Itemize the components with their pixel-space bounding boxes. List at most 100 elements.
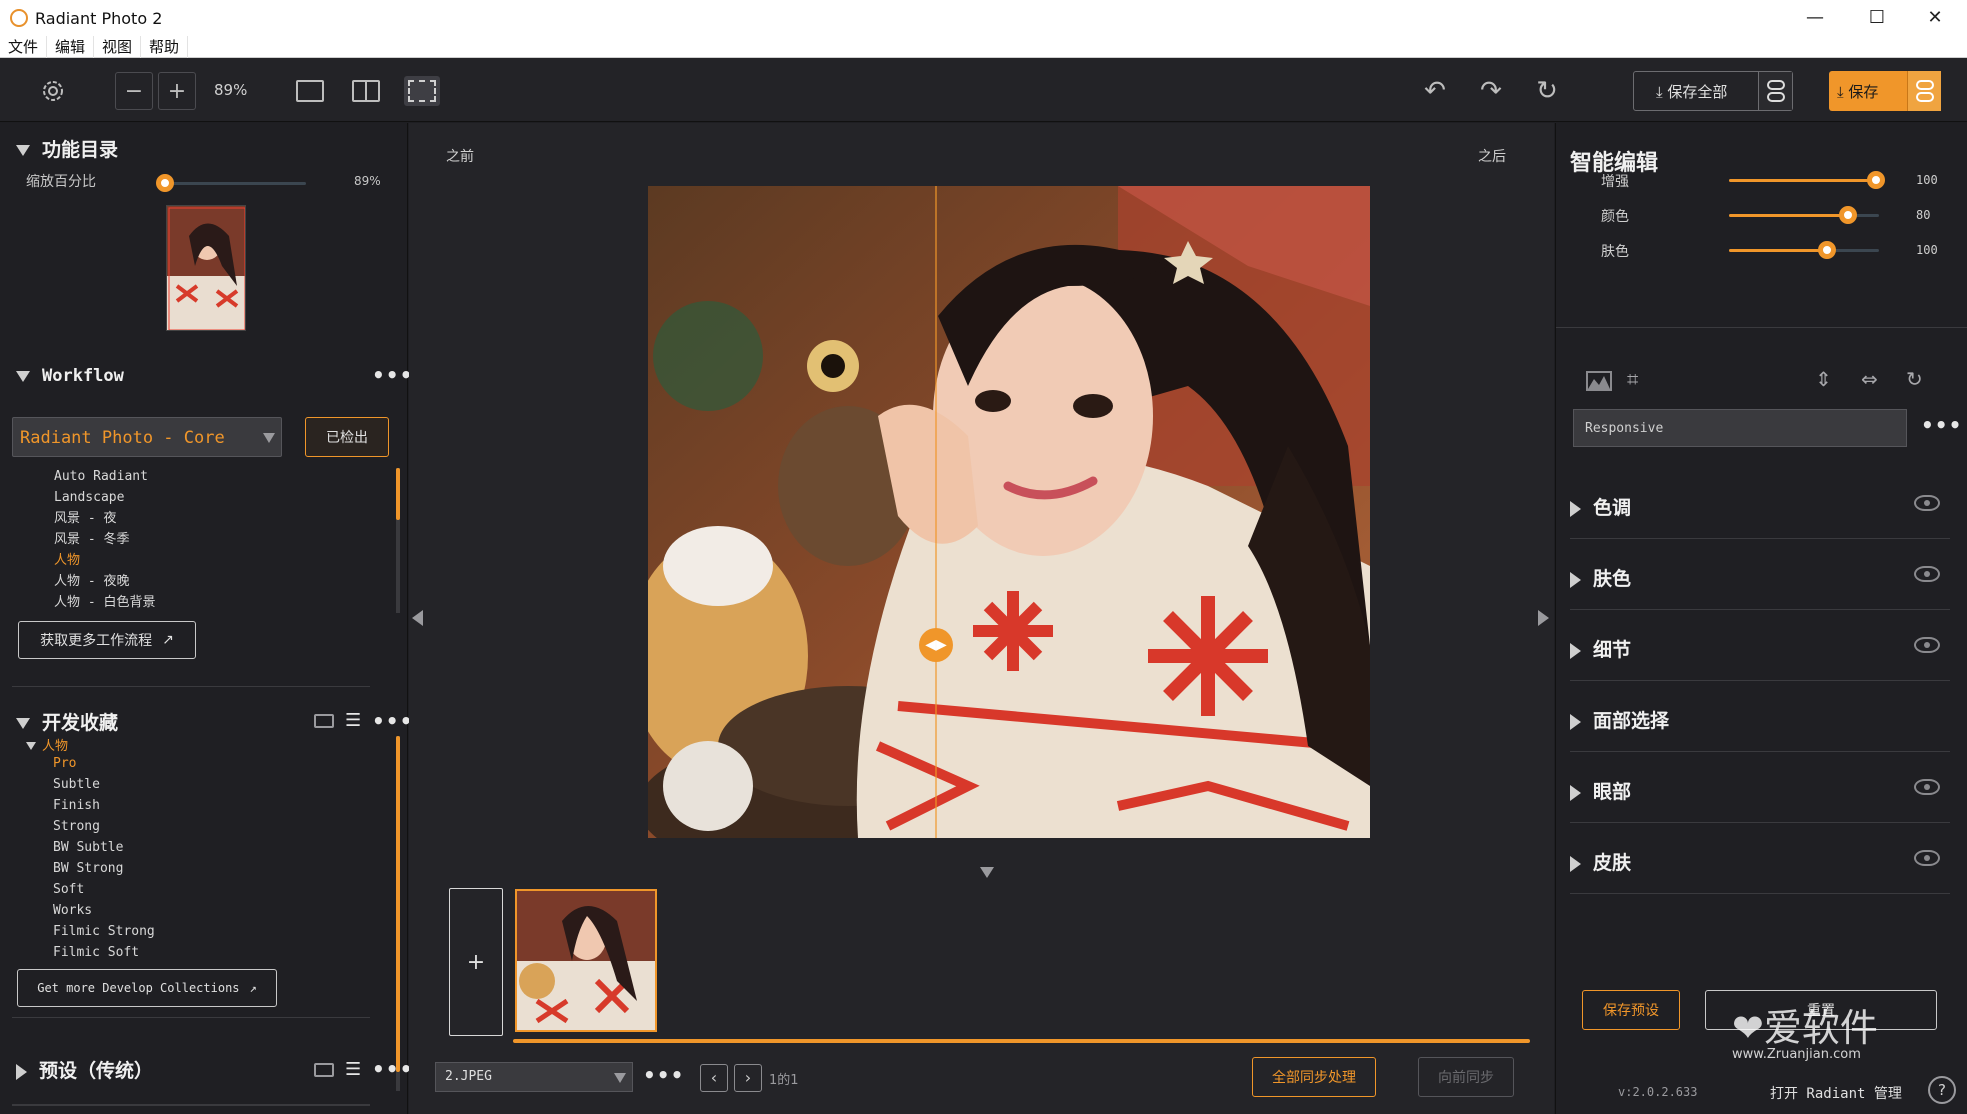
visibility-eye-icon[interactable]	[1914, 779, 1940, 795]
presets-header[interactable]: 预设（传统）	[16, 1056, 153, 1083]
collection-group[interactable]: 人物	[26, 735, 68, 754]
collection-item[interactable]: BW Strong	[53, 858, 353, 879]
zoom-slider-knob[interactable]	[156, 174, 174, 192]
zoom-slider-track[interactable]	[166, 182, 306, 185]
crop-icon[interactable]: ⌗	[1627, 367, 1638, 391]
workflow-item[interactable]: Landscape	[54, 487, 354, 508]
adjustment-section[interactable]: 眼部	[1570, 753, 1950, 823]
navigator-header[interactable]: 功能目录	[16, 135, 118, 162]
visibility-eye-icon[interactable]	[1914, 637, 1940, 653]
open-radiant-manage-link[interactable]: 打开 Radiant 管理	[1770, 1083, 1902, 1103]
settings-gear-icon[interactable]	[38, 76, 68, 106]
get-more-workflows-button[interactable]: 获取更多工作流程 ↗	[18, 621, 196, 659]
adjustment-section[interactable]: 肤色	[1570, 540, 1950, 610]
workflow-more-icon[interactable]: •••	[372, 363, 413, 387]
slider-knob[interactable]	[1867, 171, 1885, 189]
list-view-icon[interactable]: ☰	[345, 712, 361, 730]
get-more-collections-button[interactable]: Get more Develop Collections ↗	[17, 969, 277, 1007]
menu-help[interactable]: 帮助	[141, 36, 189, 58]
adjustment-section[interactable]: 细节	[1570, 611, 1950, 681]
list-view-icon[interactable]: ☰	[345, 1061, 361, 1079]
collection-item[interactable]: Filmic Soft	[53, 942, 353, 963]
main-photo[interactable]: ◀▶	[648, 186, 1370, 838]
redo-icon[interactable]: ↷	[1476, 76, 1506, 106]
zoom-out-button[interactable]: −	[115, 72, 153, 110]
collection-item[interactable]: BW Subtle	[53, 837, 353, 858]
watermark-url: www.Zruanjian.com	[1732, 1047, 1861, 1062]
collections-scrollbar[interactable]	[396, 736, 400, 1091]
sync-all-button[interactable]: 全部同步处理	[1252, 1057, 1376, 1097]
slider-knob[interactable]	[1839, 206, 1857, 224]
visibility-eye-icon[interactable]	[1914, 495, 1940, 511]
format-select[interactable]: 2.JPEG	[435, 1062, 633, 1092]
menu-edit[interactable]: 编辑	[47, 36, 95, 58]
presets-more-icon[interactable]: •••	[372, 1057, 413, 1081]
save-preset-button[interactable]: 保存预设	[1582, 990, 1680, 1030]
refresh-icon[interactable]: ↻	[1532, 76, 1562, 106]
navigator-thumbnail[interactable]	[166, 205, 246, 331]
split-view-icon[interactable]	[404, 76, 440, 106]
rotate-icon[interactable]: ↻	[1906, 367, 1923, 391]
menu-view[interactable]: 视图	[94, 36, 142, 58]
flip-vertical-icon[interactable]: ⇕	[1815, 367, 1832, 391]
collection-item[interactable]: Strong	[53, 816, 353, 837]
grid-view-icon[interactable]	[314, 714, 334, 728]
workflow-item[interactable]: 风景 - 冬季	[54, 529, 354, 550]
next-image-arrow-icon[interactable]	[1538, 610, 1549, 626]
checkout-button[interactable]: 已检出	[305, 417, 389, 457]
filmstrip-more-icon[interactable]: •••	[643, 1063, 684, 1087]
single-view-icon[interactable]	[296, 80, 324, 102]
mode-more-icon[interactable]: •••	[1921, 413, 1962, 437]
visibility-eye-icon[interactable]	[1914, 850, 1940, 866]
zoom-in-button[interactable]: +	[158, 72, 196, 110]
menu-file[interactable]: 文件	[0, 36, 48, 58]
prev-page-icon[interactable]: ‹	[700, 1064, 728, 1092]
workflow-item[interactable]: 风景 - 夜	[54, 508, 354, 529]
workflow-header[interactable]: Workflow	[16, 366, 124, 386]
filmstrip-scroll-bar[interactable]	[513, 1039, 1530, 1043]
slider-track[interactable]	[1729, 179, 1879, 182]
sync-previous-button[interactable]: 向前同步	[1418, 1057, 1514, 1097]
prev-image-arrow-icon[interactable]	[412, 610, 423, 626]
collection-item[interactable]: Works	[53, 900, 353, 921]
minimize-button[interactable]: —	[1792, 4, 1838, 32]
help-icon[interactable]: ?	[1928, 1076, 1956, 1104]
zoom-level[interactable]: 89%	[214, 81, 247, 99]
flip-horizontal-icon[interactable]: ⇔	[1861, 367, 1878, 391]
collections-header[interactable]: 开发收藏	[16, 708, 118, 735]
filmstrip-toggle-icon[interactable]	[980, 867, 994, 878]
save-options-toggle-icon[interactable]	[1907, 71, 1941, 111]
save-button[interactable]: ⤓ 保存	[1829, 71, 1941, 111]
workflow-item[interactable]: Auto Radiant	[54, 466, 354, 487]
split-handle-icon[interactable]: ◀▶	[919, 628, 953, 662]
workflow-item[interactable]: 人物 - 白色背景	[54, 592, 354, 613]
workflow-scrollbar[interactable]	[396, 468, 400, 613]
adjustment-section[interactable]: 皮肤	[1570, 824, 1950, 894]
save-all-options-toggle-icon[interactable]	[1758, 72, 1792, 110]
add-image-button[interactable]: +	[449, 888, 503, 1036]
close-button[interactable]: ✕	[1912, 4, 1958, 32]
slider-track[interactable]	[1729, 249, 1879, 252]
collection-item[interactable]: Subtle	[53, 774, 353, 795]
adjustment-section[interactable]: 色调	[1570, 469, 1950, 539]
mode-select[interactable]: Responsive	[1573, 409, 1907, 447]
collection-item[interactable]: Filmic Strong	[53, 921, 353, 942]
workflow-select[interactable]: Radiant Photo - Core	[12, 417, 282, 457]
undo-icon[interactable]: ↶	[1420, 76, 1450, 106]
workflow-item[interactable]: 人物 - 夜晚	[54, 571, 354, 592]
save-all-button[interactable]: ⤓ 保存全部	[1633, 71, 1793, 111]
image-histogram-icon[interactable]	[1586, 371, 1612, 391]
collections-more-icon[interactable]: •••	[372, 709, 413, 733]
filmstrip-thumbnail[interactable]	[515, 889, 657, 1032]
collection-item-active[interactable]: Pro	[53, 753, 353, 774]
next-page-icon[interactable]: ›	[734, 1064, 762, 1092]
collection-item[interactable]: Soft	[53, 879, 353, 900]
slider-knob[interactable]	[1818, 241, 1836, 259]
grid-view-icon[interactable]	[314, 1063, 334, 1077]
side-by-side-view-icon[interactable]	[352, 80, 380, 102]
visibility-eye-icon[interactable]	[1914, 566, 1940, 582]
workflow-item-active[interactable]: 人物	[54, 550, 354, 571]
adjustment-section[interactable]: 面部选择	[1570, 682, 1950, 752]
maximize-button[interactable]: ☐	[1854, 4, 1900, 32]
collection-item[interactable]: Finish	[53, 795, 353, 816]
